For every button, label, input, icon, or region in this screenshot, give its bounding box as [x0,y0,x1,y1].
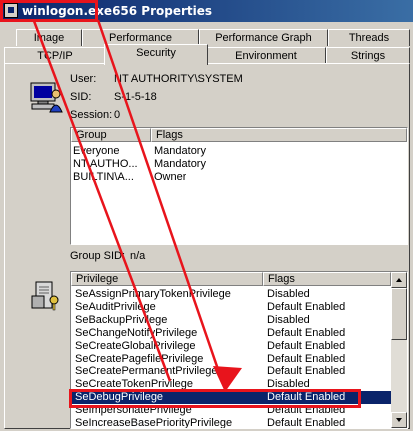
privilege-flags: Default Enabled [267,352,346,365]
tab-threads[interactable]: Threads [328,29,410,46]
user-value: NT AUTHORITY\SYSTEM [114,73,243,85]
privilege-row[interactable]: SeCreatePagefilePrivilege Default Enabled [71,353,391,366]
privilege-flags: Disabled [267,288,310,300]
sid-value: S-1-5-18 [114,91,157,103]
groups-col-flags[interactable]: Flags [151,128,407,142]
tab-security[interactable]: Security [104,44,208,65]
group-name: NT AUTHO... [73,158,138,170]
privilege-row[interactable]: SeCreatePermanentPrivilege Default Enable… [71,365,391,378]
privilege-row[interactable]: SeCreateGlobalPrivilege Default Enabled [71,340,391,353]
privilege-name: SeAssignPrimaryTokenPrivilege [75,288,231,300]
group-sid-value: n/a [130,250,146,262]
server-key-icon [31,281,59,311]
groups-header: Group Flags [71,128,407,142]
session-label: Session: [70,109,113,121]
group-flags: Mandatory [154,145,206,157]
group-name: Everyone [73,145,120,157]
tab-image[interactable]: Image [16,29,82,46]
groups-col-group[interactable]: Group [71,128,151,142]
privilege-row[interactable]: SeIncreaseBasePriorityPrivilege Default E… [71,417,391,429]
privileges-header: Privilege Flags [71,272,407,286]
privilege-name: SeAuditPrivilege [75,300,156,313]
privilege-flags: Default Enabled [267,339,346,352]
privileges-col-flags[interactable]: Flags [263,272,391,286]
privilege-flags: Default Enabled [267,326,346,339]
privileges-col-privilege[interactable]: Privilege [71,272,263,286]
user-label: User: [70,73,97,85]
privilege-name: SeCreatePermanentPrivilege [75,365,218,378]
tab-environment[interactable]: Environment [206,47,326,64]
privileges-scrollbar[interactable] [391,272,407,428]
selected-privilege-highlight-box [69,389,361,408]
privilege-flags: Disabled [267,313,310,326]
scroll-thumb[interactable] [391,288,407,340]
group-flags: Owner [154,171,187,183]
group-row[interactable]: BUILTIN\A... Owner [71,171,407,184]
group-flags: Mandatory [154,158,206,170]
privilege-row[interactable]: SeBackupPrivilege Disabled [71,314,391,327]
session-value: 0 [114,109,121,121]
group-row[interactable]: Everyone Mandatory [71,145,407,158]
privilege-name: SeChangeNotifyPrivilege [75,326,198,339]
privilege-flags: Default Enabled [267,365,346,378]
title-rest: 656 Properties [112,4,213,18]
privilege-name: SeCreatePagefilePrivilege [75,352,204,365]
scroll-up-button[interactable] [391,272,407,288]
groups-list[interactable]: Group Flags Everyone Mandatory NT AUTHO.… [70,127,408,245]
privilege-name: SeCreateGlobalPrivilege [75,339,196,352]
privilege-name: SeBackupPrivilege [75,313,168,326]
group-row[interactable]: NT AUTHO... Mandatory [71,158,407,171]
tab-tcpip[interactable]: TCP/IP [4,47,106,64]
title-highlight-box [0,0,98,22]
privilege-name: SeIncreaseBasePriorityPrivilege [75,417,233,429]
group-name: BUILTIN\A... [73,171,134,183]
privilege-row[interactable]: SeAssignPrimaryTokenPrivilege Disabled [71,288,391,301]
computer-user-icon [30,82,63,113]
scroll-down-button[interactable] [391,412,407,428]
privilege-flags: Default Enabled [267,417,346,429]
group-sid-label: Group SID: [70,250,126,262]
privilege-row[interactable]: SeAuditPrivilege Default Enabled [71,301,391,314]
privilege-row[interactable]: SeChangeNotifyPrivilege Default Enabled [71,327,391,340]
tab-performance-graph[interactable]: Performance Graph [199,29,328,46]
sid-label: SID: [70,91,92,103]
tab-strings[interactable]: Strings [326,47,410,64]
privilege-flags: Default Enabled [267,300,346,313]
